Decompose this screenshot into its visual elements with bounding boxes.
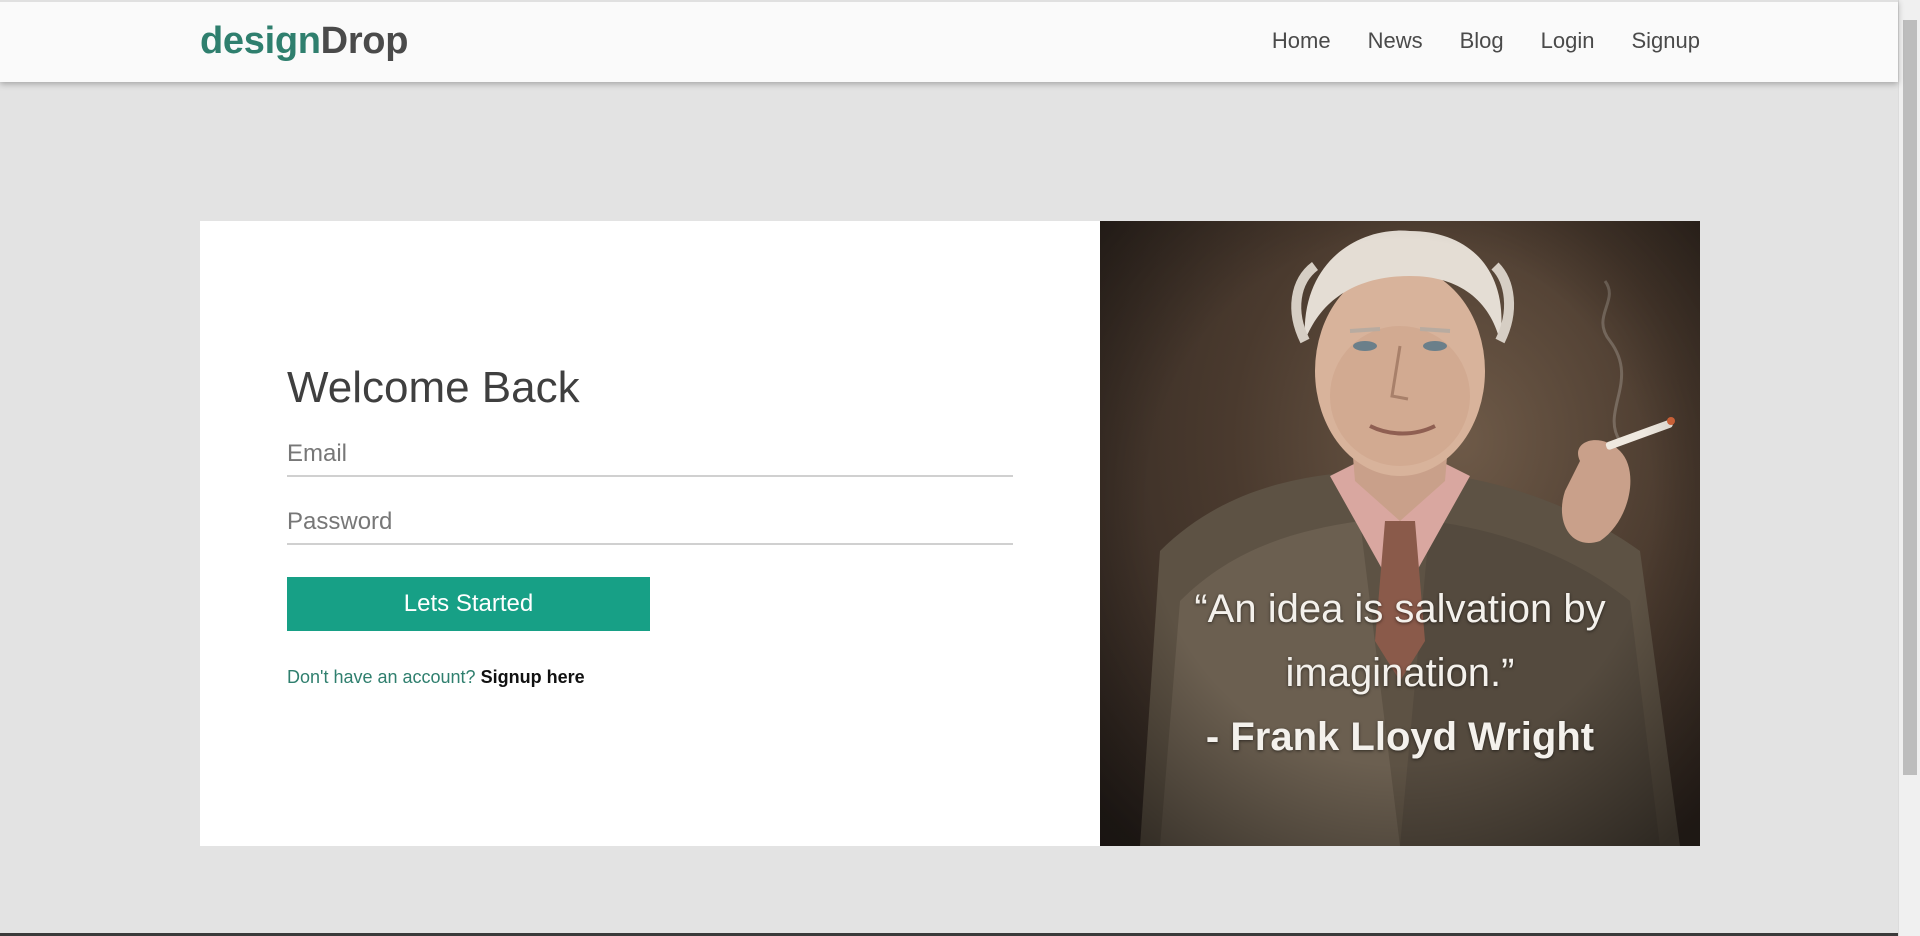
quote-line-1: “An idea is salvation by [1194,587,1606,631]
logo-text-drop: Drop [320,20,409,62]
nav-home-link[interactable]: Home [1272,28,1331,54]
top-navbar: designDrop Home News Blog Login Signup [0,0,1898,82]
login-card: Welcome Back Lets Started Don't have an … [200,221,1700,846]
nav-blog-link[interactable]: Blog [1460,28,1504,54]
login-form: Welcome Back Lets Started Don't have an … [287,363,1013,688]
nav-signup-link[interactable]: Signup [1631,28,1700,54]
quote-portrait-panel: “An idea is salvation by imagination.” -… [1100,221,1700,846]
lets-started-button[interactable]: Lets Started [287,577,650,631]
quote-line-2: imagination.” [1285,651,1515,695]
scrollbar-thumb[interactable] [1903,20,1917,775]
welcome-heading: Welcome Back [287,363,580,412]
email-input[interactable] [287,433,1013,477]
signup-here-link[interactable]: Signup here [481,667,585,687]
password-input[interactable] [287,501,1013,545]
signup-prompt-line: Don't have an account? Signup here [287,667,1013,688]
signup-prompt-text: Don't have an account? [287,667,476,687]
page-scrollbar[interactable] [1898,0,1920,936]
nav-news-link[interactable]: News [1368,28,1423,54]
brand-logo[interactable]: designDrop [200,20,408,63]
main-nav: Home News Blog Login Signup [1272,28,1700,54]
nav-login-link[interactable]: Login [1541,28,1595,54]
quote-author: - Frank Lloyd Wright [1205,715,1595,759]
quote-text-block: “An idea is salvation by imagination.” -… [1100,577,1700,769]
logo-text-design: design [200,20,321,62]
